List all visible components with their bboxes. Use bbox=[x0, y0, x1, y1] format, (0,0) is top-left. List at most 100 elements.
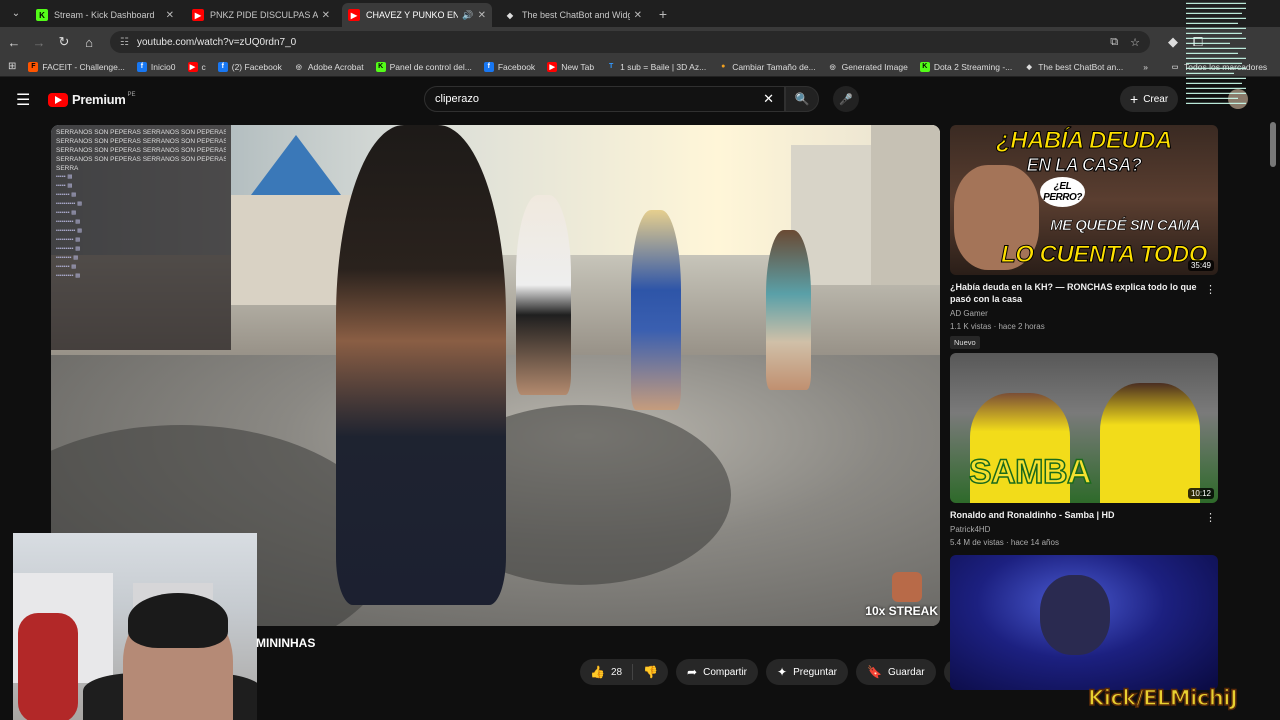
video-actions: 👍28 👎 ➦Compartir ✦Preguntar 🔖Guardar ⋯ bbox=[580, 659, 970, 685]
clear-search-icon[interactable]: ✕ bbox=[763, 91, 774, 107]
bookmarks-bar: ⊞ F FACEIT - Challenge... f Inicio0 ▶ c f (2… bbox=[0, 57, 1280, 77]
search-icon: 🔍 bbox=[794, 92, 810, 106]
plus-icon: + bbox=[1130, 91, 1139, 107]
recommendation-card[interactable]: SAMBA 10:12 Ronaldo and Ronaldinho - Sam… bbox=[950, 353, 1218, 548]
recommendation-card[interactable]: ¿HABÍA DEUDA EN LA CASA? ¿EL PERRO? ME Q… bbox=[950, 125, 1218, 350]
kick-favicon-icon: K bbox=[36, 9, 48, 21]
create-button[interactable]: + Crear bbox=[1120, 86, 1179, 112]
tab-close-icon[interactable]: ✕ bbox=[478, 10, 486, 21]
chatbot-favicon-icon: ◆ bbox=[506, 10, 514, 20]
search-input[interactable]: cliperazo ✕ bbox=[424, 86, 785, 112]
bookmark-item[interactable]: ▶ c bbox=[187, 61, 206, 72]
youtube-premium-logo[interactable]: Premium PE bbox=[48, 92, 136, 107]
bookmark-label: c bbox=[201, 61, 206, 72]
bookmark-label: Dota 2 Streaming -... bbox=[933, 61, 1013, 72]
bookmark-label: FACEIT - Challenge... bbox=[42, 61, 125, 72]
tab-close-icon[interactable]: ✕ bbox=[322, 10, 330, 21]
search-button[interactable]: 🔍 bbox=[785, 86, 819, 112]
bookmark-label: 1 sub = Baile | 3D Az... bbox=[620, 61, 707, 72]
browser-tab-chatbot[interactable]: ◆ The best ChatBot and Widget ✕ bbox=[498, 3, 648, 27]
speaker-icon[interactable]: 🔊 bbox=[462, 10, 473, 21]
video-card-title[interactable]: ¿Había deuda en la KH? — RONCHAS explica… bbox=[950, 281, 1200, 305]
country-code: PE bbox=[127, 91, 136, 98]
install-app-icon[interactable]: ⧉ bbox=[1110, 36, 1118, 49]
recommendation-card[interactable] bbox=[950, 555, 1218, 690]
browser-tab-kick-dashboard[interactable]: K Stream - Kick Dashboard ✕ bbox=[30, 3, 180, 27]
bookmark-item[interactable]: f Facebook bbox=[483, 61, 535, 72]
tab-search-menu-icon[interactable]: ⌄ bbox=[6, 3, 26, 23]
new-badge: Nuevo bbox=[950, 336, 980, 349]
bookmark-label: (2) Facebook bbox=[231, 61, 282, 72]
back-arrow-icon[interactable]: ← bbox=[3, 31, 25, 53]
apps-grid-icon[interactable]: ⊞ bbox=[8, 61, 16, 72]
bookmark-label: Generated Image bbox=[841, 61, 908, 72]
bookmark-item[interactable]: ◆ The best ChatBot an... bbox=[1024, 62, 1124, 72]
logo-text: Premium bbox=[72, 92, 126, 107]
chat-user-row: ▪▪▪▪▪▪▪ ▩ bbox=[56, 210, 77, 216]
resize-icon: ● bbox=[721, 63, 726, 70]
video-card-title[interactable]: Ronaldo and Ronaldinho - Samba | HD bbox=[950, 509, 1200, 521]
site-info-icon[interactable]: ☷ bbox=[120, 37, 129, 48]
video-frame-person bbox=[766, 230, 811, 390]
address-bar[interactable]: ☷ youtube.com/watch?v=zUQ0rdn7_0 ⧉ ☆ bbox=[110, 31, 1150, 53]
bookmark-item[interactable]: f (2) Facebook bbox=[217, 61, 282, 72]
youtube-favicon-icon: ▶ bbox=[348, 9, 360, 21]
browser-tab-chavez-punko[interactable]: ▶ CHAVEZ Y PUNKO ENCUEN 🔊 ✕ bbox=[342, 3, 492, 27]
video-thumbnail[interactable]: ¿HABÍA DEUDA EN LA CASA? ¿EL PERRO? ME Q… bbox=[950, 125, 1218, 275]
page-scrollbar[interactable] bbox=[1270, 122, 1276, 167]
bookmark-star-icon[interactable]: ☆ bbox=[1130, 36, 1140, 49]
thumbnail-caption: ¿HABÍA DEUDA bbox=[996, 127, 1173, 155]
tab-close-icon[interactable]: ✕ bbox=[634, 10, 642, 21]
sparkle-icon: ✦ bbox=[777, 665, 788, 679]
video-thumbnail[interactable] bbox=[950, 555, 1218, 690]
video-thumbnail[interactable]: SAMBA 10:12 bbox=[950, 353, 1218, 503]
tab-close-icon[interactable]: ✕ bbox=[166, 10, 174, 21]
search-value: cliperazo bbox=[435, 93, 480, 105]
chat-user-row: ▪▪▪▪▪▪▪▪▪▪ ▩ bbox=[56, 201, 83, 207]
voice-search-button[interactable]: 🎤 bbox=[833, 86, 859, 112]
chat-line: SERRANOS SON PEPERAS SERRANOS SON PEPERA… bbox=[56, 138, 226, 145]
like-button[interactable]: 👍 28 bbox=[580, 664, 634, 680]
bookmark-item[interactable]: ● Cambiar Tamaño de... bbox=[718, 61, 816, 72]
more-vertical-icon[interactable]: ⋮ bbox=[1205, 283, 1216, 296]
reload-icon[interactable]: ↻ bbox=[53, 31, 75, 53]
video-duration: 35:49 bbox=[1187, 260, 1214, 271]
video-title: MININHAS bbox=[256, 636, 316, 650]
share-button[interactable]: ➦ Compartir bbox=[676, 659, 758, 685]
bookmark-item[interactable]: ◎ Adobe Acrobat bbox=[294, 62, 364, 72]
faceit-icon: F bbox=[28, 61, 39, 72]
channel-name[interactable]: Patrick4HD bbox=[950, 524, 1218, 535]
save-button[interactable]: 🔖 Guardar bbox=[855, 659, 936, 685]
home-icon[interactable]: ⌂ bbox=[78, 31, 100, 53]
dislike-button[interactable]: 👎 bbox=[633, 665, 668, 679]
chat-user-row: ▪▪▪▪▪▪▪▪▪ ▩ bbox=[56, 237, 81, 243]
video-duration: 10:12 bbox=[1187, 488, 1214, 499]
bookmark-item[interactable]: ▶ New Tab bbox=[547, 61, 594, 72]
browser-tab-pnkz[interactable]: ▶ PNKZ PIDE DISCULPAS A SU FA ✕ bbox=[186, 3, 336, 27]
tiktok-icon: T bbox=[608, 63, 614, 70]
bookmark-item[interactable]: T 1 sub = Baile | 3D Az... bbox=[606, 62, 706, 72]
bookmark-item[interactable]: F FACEIT - Challenge... bbox=[28, 61, 125, 72]
channel-name[interactable]: AD Gamer bbox=[950, 308, 1218, 319]
video-frame-person bbox=[516, 195, 571, 395]
thumbnail-player-right bbox=[1100, 383, 1200, 503]
youtube-favicon-icon: ▶ bbox=[192, 9, 204, 21]
forward-arrow-icon[interactable]: → bbox=[28, 31, 50, 53]
tab-title: CHAVEZ Y PUNKO ENCUEN bbox=[366, 10, 459, 20]
extension-icon[interactable]: ◆ bbox=[1162, 31, 1184, 53]
browser-tab-bar: ⌄ K Stream - Kick Dashboard ✕ ▶ PNKZ PID… bbox=[0, 0, 1280, 27]
bookmark-label: Cambiar Tamaño de... bbox=[732, 61, 816, 72]
bookmark-item[interactable]: K Panel de control del... bbox=[375, 61, 472, 72]
ask-button[interactable]: ✦ Preguntar bbox=[766, 659, 848, 685]
chat-user-row: ▪▪▪▪▪▪▪▪▪▪ ▩ bbox=[56, 228, 83, 234]
new-tab-plus-icon[interactable]: + bbox=[654, 5, 672, 23]
bookmark-item[interactable]: ◎ Generated Image bbox=[828, 62, 908, 72]
webcam-person-hair bbox=[128, 593, 228, 648]
more-bookmarks-chevron-icon[interactable]: » bbox=[1143, 62, 1148, 72]
bookmark-item[interactable]: K Dota 2 Streaming -... bbox=[919, 61, 1013, 72]
chat-user-row: ▪▪▪▪▪▪▪▪▪ ▩ bbox=[56, 273, 81, 279]
bookmark-item[interactable]: f Inicio0 bbox=[136, 61, 176, 72]
hamburger-menu-icon[interactable]: ☰ bbox=[16, 90, 36, 110]
more-vertical-icon[interactable]: ⋮ bbox=[1205, 511, 1216, 524]
chatbot-icon: ◆ bbox=[1026, 63, 1032, 71]
